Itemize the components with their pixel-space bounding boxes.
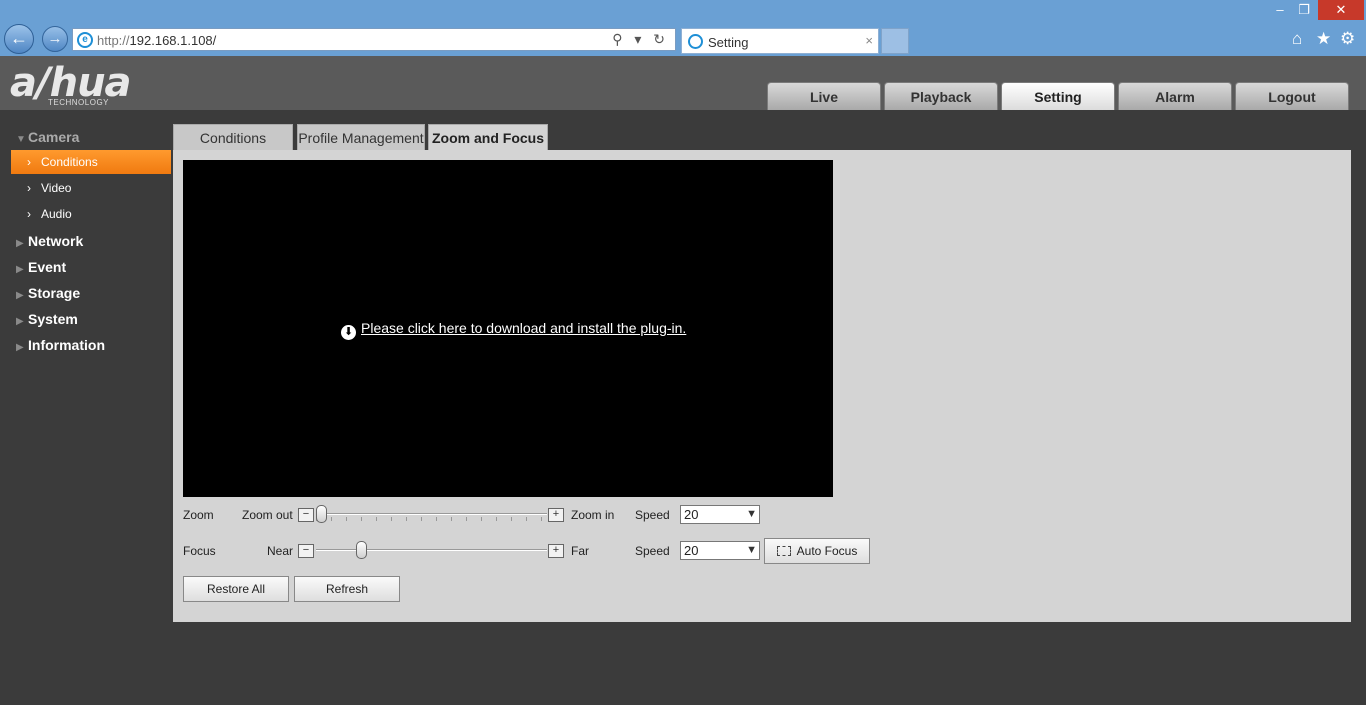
far-label: Far — [571, 544, 589, 558]
zoom-label: Zoom — [183, 508, 214, 522]
window-close-icon[interactable]: ✕ — [1318, 0, 1364, 20]
plugin-download-link[interactable]: ⬇ Please click here to download and insta… — [341, 320, 686, 340]
sidebar-group-network[interactable]: ▶ Network — [16, 233, 83, 249]
tab-conditions[interactable]: Conditions — [173, 124, 293, 150]
zoom-slider-track[interactable] — [316, 513, 547, 515]
chevron-right-icon: › — [27, 181, 31, 195]
focus-slider-thumb[interactable] — [355, 541, 367, 559]
tab-setting[interactable]: Setting — [1001, 82, 1115, 110]
tab-profile-management[interactable]: Profile Management — [297, 124, 425, 150]
triangle-right-icon: ▶ — [16, 238, 24, 249]
close-icon[interactable]: × — [865, 33, 873, 48]
back-arrow-icon[interactable]: ← — [4, 24, 34, 54]
zoom-speed-select[interactable]: 20 ▼ — [680, 505, 760, 524]
near-label: Near — [267, 544, 294, 558]
download-icon: ⬇ — [341, 325, 356, 340]
restore-all-button[interactable]: Restore All — [183, 576, 289, 602]
url-text[interactable]: http://192.168.1.108/ — [97, 33, 216, 48]
sidebar-item-conditions[interactable]: › Conditions — [11, 150, 171, 174]
sidebar-group-event[interactable]: ▶ Event — [16, 259, 66, 275]
tab-title: Setting — [708, 35, 749, 50]
tab-zoom-and-focus[interactable]: Zoom and Focus — [428, 124, 548, 150]
triangle-right-icon: ▶ — [16, 316, 24, 327]
new-tab-button[interactable] — [881, 28, 909, 54]
sidebar-group-camera[interactable]: ▼ Camera — [16, 129, 79, 145]
triangle-right-icon: ▶ — [16, 290, 24, 301]
tab-live[interactable]: Live — [767, 82, 881, 110]
gear-icon[interactable]: ⚙ — [1340, 29, 1355, 49]
sidebar-group-information[interactable]: ▶ Information — [16, 337, 105, 353]
forward-arrow-icon[interactable]: → — [42, 26, 68, 52]
focus-speed-select[interactable]: 20 ▼ — [680, 541, 760, 560]
chevron-right-icon: › — [27, 155, 31, 169]
home-icon[interactable]: ⌂ — [1292, 29, 1302, 49]
tab-playback[interactable]: Playback — [884, 82, 998, 110]
focus-frame-icon — [776, 546, 791, 556]
logo-subtitle: TECHNOLOGY — [48, 98, 110, 107]
sidebar-item-video[interactable]: › Video — [11, 176, 171, 200]
tab-alarm[interactable]: Alarm — [1118, 82, 1232, 110]
refresh-button[interactable]: Refresh — [294, 576, 400, 602]
focus-far-button[interactable]: + — [548, 544, 564, 558]
search-refresh-icon[interactable]: ⚲ ▾ ↻ — [612, 31, 669, 48]
address-bar[interactable]: e http://192.168.1.108/ ⚲ ▾ ↻ — [72, 28, 676, 51]
chevron-down-icon: ▼ — [746, 544, 757, 556]
restore-icon[interactable]: ❐ — [1292, 0, 1316, 20]
focus-near-button[interactable]: − — [298, 544, 314, 558]
zoom-focus-panel: ⬇ Please click here to download and insta… — [173, 150, 1351, 622]
zoom-out-button[interactable]: − — [298, 508, 314, 522]
app-header: a/hua TECHNOLOGY Live Playback Setting A… — [0, 56, 1366, 110]
video-preview: ⬇ Please click here to download and insta… — [183, 160, 833, 497]
minimize-icon[interactable]: – — [1268, 0, 1292, 20]
triangle-right-icon: ▶ — [16, 264, 24, 275]
zoom-out-label: Zoom out — [242, 508, 293, 522]
ie-icon: e — [77, 32, 93, 48]
chevron-right-icon: › — [27, 207, 31, 221]
browser-chrome: ← → e http://192.168.1.108/ ⚲ ▾ ↻ Settin… — [0, 0, 1366, 56]
tab-logout[interactable]: Logout — [1235, 82, 1349, 110]
triangle-down-icon: ▼ — [16, 134, 26, 145]
focus-speed-label: Speed — [635, 544, 670, 558]
focus-label: Focus — [183, 544, 216, 558]
sidebar: ▼ Camera › Conditions › Video › Audio ▶ Netwo… — [0, 110, 173, 705]
auto-focus-button[interactable]: Auto Focus — [764, 538, 870, 564]
sidebar-group-system[interactable]: ▶ System — [16, 311, 78, 327]
zoom-slider-ticks — [316, 517, 547, 521]
star-icon[interactable]: ★ — [1316, 29, 1331, 49]
ie-icon — [688, 34, 703, 49]
browser-tab[interactable]: Setting × — [681, 28, 879, 54]
zoom-slider-thumb[interactable] — [316, 505, 327, 523]
triangle-right-icon: ▶ — [16, 342, 24, 353]
zoom-speed-label: Speed — [635, 508, 670, 522]
focus-slider-track[interactable] — [316, 549, 547, 551]
zoom-in-button[interactable]: + — [548, 508, 564, 522]
sidebar-group-storage[interactable]: ▶ Storage — [16, 285, 80, 301]
zoom-in-label: Zoom in — [571, 508, 615, 522]
sidebar-item-audio[interactable]: › Audio — [11, 202, 171, 226]
chevron-down-icon: ▼ — [746, 508, 757, 520]
